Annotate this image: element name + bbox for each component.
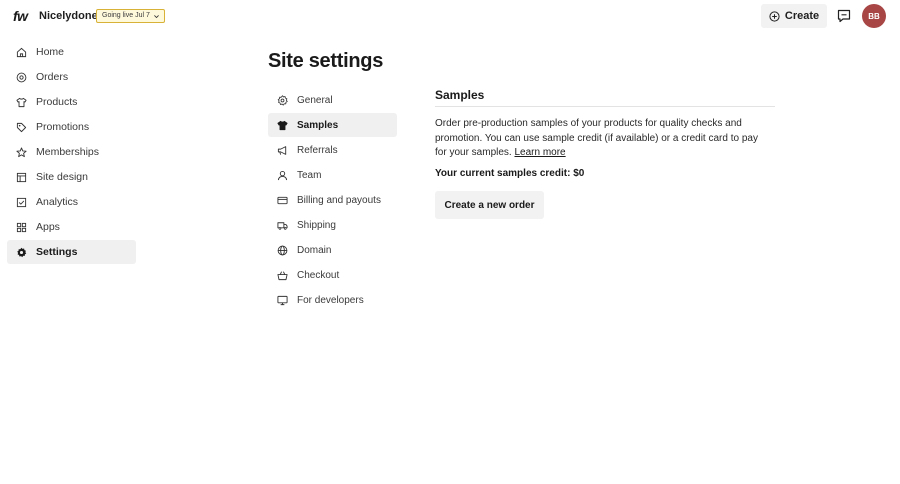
megaphone-icon: [277, 145, 287, 155]
settings-item-general[interactable]: General: [268, 88, 397, 112]
sidebar-item-label: Memberships: [36, 146, 100, 158]
settings-item-billing[interactable]: Billing and payouts: [268, 188, 397, 212]
home-icon: [16, 47, 27, 57]
sidebar-item-memberships[interactable]: Memberships: [7, 140, 136, 164]
samples-description: Order pre-production samples of your pro…: [435, 117, 771, 161]
plus-circle-icon: [769, 10, 780, 22]
orders-icon: [16, 72, 27, 82]
settings-item-label: Billing and payouts: [297, 194, 381, 206]
shirt-icon: [277, 120, 288, 130]
gear-icon: [17, 247, 27, 257]
sidebar-item-label: Products: [36, 96, 78, 108]
settings-item-label: Domain: [297, 244, 332, 256]
settings-item-shipping[interactable]: Shipping: [268, 213, 397, 237]
gear-icon: [277, 94, 288, 105]
settings-item-checkout[interactable]: Checkout: [268, 263, 397, 287]
sidebar-item-site-design[interactable]: Site design: [7, 165, 136, 189]
settings-item-label: Checkout: [297, 269, 340, 281]
create-new-order-button[interactable]: Create a new order: [435, 191, 544, 219]
truck-icon: [277, 221, 288, 230]
settings-item-label: Referrals: [297, 144, 338, 156]
sidebar-item-label: Home: [36, 46, 65, 58]
sidebar-item-products[interactable]: Products: [7, 90, 136, 114]
sidebar-item-label: Promotions: [36, 121, 90, 133]
star-icon: [16, 146, 27, 157]
settings-item-label: Team: [297, 169, 322, 181]
sidebar-item-home[interactable]: Home: [7, 40, 136, 64]
sidebar-item-label: Analytics: [36, 196, 79, 208]
checkbox-icon: [16, 197, 27, 207]
samples-credit: Your current samples credit: $0: [435, 168, 585, 179]
sidebar: Home Orders Products Promotions Membersh…: [7, 40, 136, 265]
monitor-icon: [277, 295, 288, 305]
settings-item-referrals[interactable]: Referrals: [268, 138, 397, 162]
chat-icon[interactable]: [836, 8, 852, 24]
go-live-label: Going live Jul 7: [102, 12, 150, 19]
sidebar-item-analytics[interactable]: Analytics: [7, 190, 136, 214]
create-button-label: Create: [784, 10, 820, 22]
grid-icon: [16, 222, 27, 232]
sidebar-item-label: Apps: [36, 221, 60, 233]
page-title: Site settings: [268, 50, 384, 72]
card-icon: [277, 196, 288, 204]
fourthwall-logo[interactable]: fw: [13, 8, 28, 24]
samples-description-text: Order pre-production samples of your pro…: [435, 118, 758, 159]
section-divider: [435, 106, 775, 107]
avatar[interactable]: BB: [862, 4, 886, 28]
basket-icon: [277, 270, 288, 280]
sidebar-item-label: Orders: [36, 71, 69, 83]
sidebar-item-apps[interactable]: Apps: [7, 215, 136, 239]
tag-icon: [16, 122, 27, 132]
go-live-badge[interactable]: Going live Jul 7: [96, 9, 165, 23]
person-icon: [277, 170, 288, 180]
settings-item-label: For developers: [297, 294, 364, 306]
settings-item-developers[interactable]: For developers: [268, 288, 397, 312]
settings-item-label: Shipping: [297, 219, 336, 231]
settings-item-team[interactable]: Team: [268, 163, 397, 187]
create-button[interactable]: Create: [761, 4, 827, 28]
top-bar: fw Nicelydone Going live Jul 7 Create BB: [0, 0, 900, 32]
store-name[interactable]: Nicelydone: [39, 10, 98, 22]
sidebar-item-orders[interactable]: Orders: [7, 65, 136, 89]
sidebar-item-label: Settings: [36, 246, 78, 258]
sidebar-item-label: Site design: [36, 171, 88, 183]
globe-icon: [277, 245, 288, 255]
shirt-icon: [16, 97, 27, 107]
chevron-down-icon: [153, 14, 159, 18]
settings-item-label: General: [297, 94, 333, 106]
sidebar-item-settings[interactable]: Settings: [7, 240, 136, 264]
settings-item-samples[interactable]: Samples: [268, 113, 397, 137]
layout-icon: [16, 172, 27, 182]
sidebar-item-promotions[interactable]: Promotions: [7, 115, 136, 139]
samples-section-title: Samples: [435, 88, 485, 102]
settings-item-domain[interactable]: Domain: [268, 238, 397, 262]
learn-more-link[interactable]: Learn more: [514, 147, 565, 158]
settings-item-label: Samples: [297, 119, 339, 131]
settings-nav: General Samples Referrals Team Billing a…: [268, 88, 397, 313]
